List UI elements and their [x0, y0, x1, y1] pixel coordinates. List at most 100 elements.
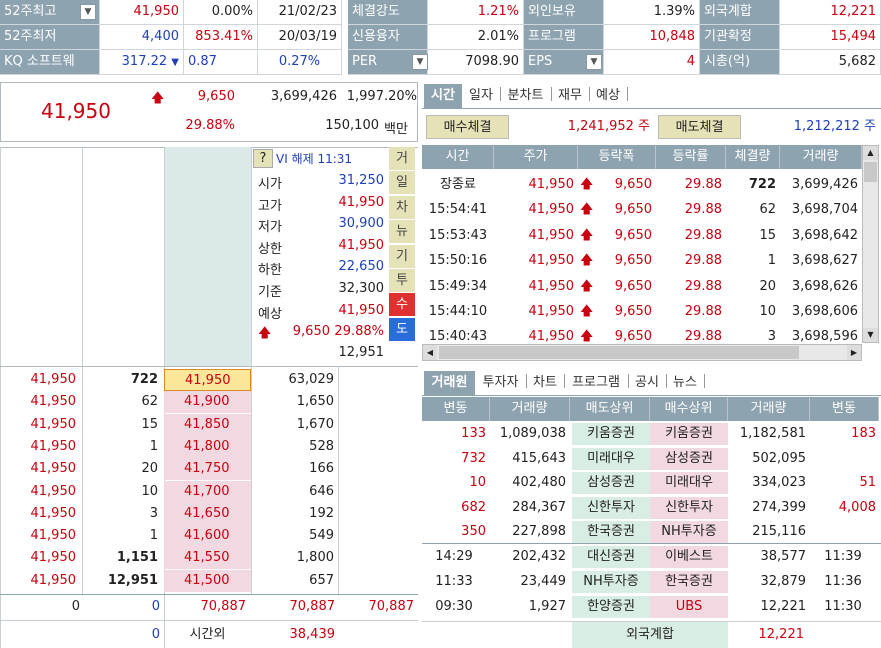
broker-sell-name[interactable]: NH투자증 — [572, 571, 650, 593]
broker-buy-name[interactable]: NH투자증 — [650, 521, 728, 543]
scroll-left-icon[interactable]: ◀ — [423, 345, 437, 360]
summary-label: 상한 — [258, 241, 282, 257]
broker-change: 10 — [469, 475, 486, 490]
broker-sell-volume: 415,643 — [512, 450, 566, 466]
broker-sell-name[interactable]: 키움증권 — [572, 423, 650, 445]
scroll-right-icon[interactable]: ▶ — [847, 345, 861, 360]
bid-exec-qty: 20 — [141, 461, 158, 477]
tick-qty: 1 — [767, 253, 776, 269]
broker-sell-name[interactable]: 삼성증권 — [572, 472, 650, 494]
bid-price[interactable]: 41,600 — [164, 525, 251, 548]
broker-sell-name[interactable]: 대신증권 — [572, 546, 650, 568]
tab-tick-4[interactable]: 예상 — [589, 84, 627, 108]
side-button-2[interactable]: 차 — [389, 195, 415, 220]
value-foreign-holding: 1.39% — [604, 0, 700, 25]
scroll-down-icon[interactable]: ▼ — [863, 328, 878, 342]
broker-sell-name[interactable]: 한국증권 — [572, 521, 650, 543]
scroll-up-icon[interactable]: ▲ — [863, 146, 878, 160]
up-arrow-icon: 🡅 — [151, 91, 165, 106]
tick-time: 15:49:34 — [428, 278, 488, 294]
tab-tick-3[interactable]: 재무 — [551, 84, 589, 108]
tick-rate: 29.88 — [684, 227, 722, 243]
broker-sell-name[interactable]: 미래대우 — [572, 447, 650, 470]
help-button[interactable]: ? — [253, 149, 273, 168]
bid-exec-price: 41,950 — [30, 483, 77, 499]
side-button-0[interactable]: 거 — [389, 147, 415, 171]
tick-change: 9,650 — [614, 177, 652, 192]
broker-sell-name[interactable]: 한양증권 — [572, 596, 650, 618]
tick-header-5: 거래량 — [780, 145, 862, 169]
dropdown-arrow-icon[interactable]: ▼ — [80, 4, 96, 20]
bid-price[interactable]: 41,800 — [164, 435, 251, 458]
broker-buy-name[interactable]: 키움증권 — [650, 423, 728, 445]
bid-price[interactable]: 41,950 — [164, 369, 251, 391]
value-52w-high-date: 21/02/23 — [258, 0, 342, 25]
broker-change: 732 — [461, 450, 486, 466]
tab-broker-3[interactable]: 프로그램 — [564, 371, 628, 395]
value-52w-high-rate: 0.00% — [184, 0, 258, 25]
sell-exec-value: 1,212,212 주 — [793, 119, 876, 134]
broker-buy-name[interactable]: 미래대우 — [650, 472, 728, 494]
tick-horizontal-scrollbar[interactable]: ◀ ▶ — [422, 344, 862, 361]
side-button-5[interactable]: 투 — [389, 269, 415, 293]
tab-broker-2[interactable]: 차트 — [526, 371, 564, 395]
side-button-1[interactable]: 일 — [389, 171, 415, 196]
tab-tick-0[interactable]: 시간 — [424, 84, 462, 108]
broker-buy-name[interactable]: 한국증권 — [650, 571, 728, 593]
side-button-7[interactable]: 도 — [389, 317, 415, 342]
broker-time: 11:39 — [824, 549, 862, 564]
value-52w-high: 41,950 — [100, 0, 184, 25]
bid-exec-price: 41,950 — [30, 372, 77, 387]
tab-broker-4[interactable]: 공시 — [628, 371, 666, 395]
dropdown-arrow-icon[interactable]: ▼ — [412, 54, 428, 70]
bid-price[interactable]: 41,750 — [164, 458, 251, 481]
tick-rate: 29.88 — [684, 177, 722, 192]
tick-panel: 시간 일자 분차트 재무 예상 매수체결 1,241,952 주 매도체결 1,212,… — [422, 82, 881, 364]
bid-remaining: 657 — [309, 572, 334, 588]
expected-change: 9,650 — [292, 324, 330, 339]
bid-price[interactable]: 41,900 — [164, 391, 251, 414]
bid-price[interactable]: 41,700 — [164, 480, 251, 503]
tick-header-4: 체결량 — [726, 145, 780, 169]
bid-exec-price: 41,950 — [30, 394, 77, 410]
dropdown-arrow-icon[interactable]: ▼ — [586, 54, 602, 70]
bid-remaining: 646 — [309, 483, 334, 499]
tab-broker-0[interactable]: 거래원 — [424, 371, 475, 395]
side-button-6[interactable]: 수 — [389, 293, 415, 318]
scroll-thumb[interactable] — [864, 162, 877, 182]
bid-price[interactable]: 41,550 — [164, 547, 251, 570]
broker-sell-name[interactable]: 신한투자 — [572, 496, 650, 519]
broker-buy-volume: 215,116 — [752, 524, 806, 539]
summary-value: 41,950 — [338, 302, 385, 318]
scroll-thumb[interactable] — [439, 346, 799, 359]
side-button-4[interactable]: 기 — [389, 244, 415, 269]
broker-buy-name[interactable]: 신한투자 — [650, 496, 728, 519]
broker-buy-name[interactable]: 삼성증권 — [650, 447, 728, 470]
bid-price[interactable]: 41,650 — [164, 502, 251, 525]
broker-change: 682 — [461, 499, 486, 515]
bid-price[interactable]: 41,850 — [164, 413, 251, 436]
summary-value: 41,950 — [338, 194, 385, 210]
broker-time: 09:30 — [435, 599, 473, 614]
bid-price[interactable]: 41,500 — [164, 569, 251, 592]
summary-label: 시가 — [258, 177, 282, 192]
broker-time: 11:36 — [824, 574, 862, 589]
expected-rate: 29.88% — [334, 324, 384, 339]
broker-buy-volume: 502,095 — [752, 450, 806, 466]
tab-broker-5[interactable]: 뉴스 — [666, 371, 704, 395]
side-button-3[interactable]: 뉴 — [389, 220, 415, 245]
tab-tick-2[interactable]: 분차트 — [500, 84, 551, 108]
bid-exec-qty: 3 — [149, 505, 158, 521]
broker-buy-name[interactable]: UBS — [650, 596, 728, 618]
tick-change: 9,650 — [614, 304, 652, 319]
tab-broker-1[interactable]: 투자자 — [475, 371, 526, 395]
broker-change: 51 — [859, 475, 876, 490]
tick-vertical-scrollbar[interactable]: ▲ ▼ — [862, 145, 879, 343]
tick-header-1: 주가 — [494, 145, 578, 169]
summary-value: 32,300 — [338, 281, 385, 296]
bid-exec-qty: 1 — [149, 438, 158, 454]
broker-buy-name[interactable]: 이베스트 — [650, 546, 728, 568]
tick-change: 9,650 — [614, 278, 652, 294]
tick-rate: 29.88 — [684, 253, 722, 269]
tab-tick-1[interactable]: 일자 — [462, 84, 500, 108]
